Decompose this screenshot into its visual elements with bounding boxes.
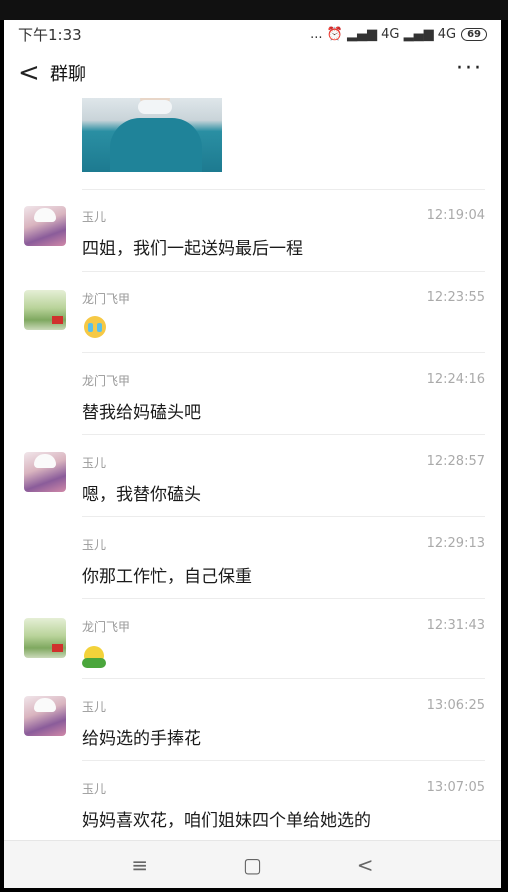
system-nav-bar: ≡ ▢ < xyxy=(4,840,501,888)
chat-header: < 群聊 ··· xyxy=(4,48,501,98)
sender-name: 玉儿 xyxy=(82,210,107,224)
message-time: 12:23:55 xyxy=(426,290,485,305)
avatar[interactable] xyxy=(24,290,66,330)
frog-icon xyxy=(82,646,106,668)
divider xyxy=(82,189,485,190)
sender-name: 玉儿 xyxy=(82,538,107,552)
message-text: 给妈选的手捧花 xyxy=(82,729,201,749)
status-bar: 下午1:33 ... ⏰ ▂▄▆ 4G ▂▄▆ 4G 69 xyxy=(4,20,501,48)
status-indicators: ... ⏰ ▂▄▆ 4G ▂▄▆ 4G 69 xyxy=(310,27,487,42)
battery-icon: 69 xyxy=(461,27,487,41)
sender-name: 龙门飞甲 xyxy=(82,292,131,306)
sender-name: 玉儿 xyxy=(82,700,107,714)
divider xyxy=(82,678,485,679)
message-time: 12:31:43 xyxy=(426,618,485,633)
message-text: 你那工作忙，自己保重 xyxy=(82,567,252,587)
photo-person-body xyxy=(110,118,202,172)
message-time: 13:06:25 xyxy=(426,698,485,713)
avatar[interactable] xyxy=(24,206,66,246)
home-icon[interactable]: ▢ xyxy=(243,853,262,877)
sender-name: 玉儿 xyxy=(82,456,107,470)
photo-person-mask xyxy=(138,100,172,114)
phone-screen: 下午1:33 ... ⏰ ▂▄▆ 4G ▂▄▆ 4G 69 < 群聊 ··· 玉… xyxy=(4,20,501,888)
shared-photo[interactable] xyxy=(82,98,222,172)
sender-name: 龙门飞甲 xyxy=(82,620,131,634)
divider xyxy=(82,271,485,272)
message-time: 12:19:04 xyxy=(426,208,485,223)
page-title: 群聊 xyxy=(50,64,86,85)
message-text: 妈妈喜欢花，咱们姐妹四个单给她选的 xyxy=(82,811,371,831)
divider xyxy=(82,434,485,435)
signal-icons: ... ⏰ ▂▄▆ 4G ▂▄▆ 4G xyxy=(310,26,457,42)
menu-icon[interactable]: ≡ xyxy=(131,853,148,877)
message-time: 12:24:16 xyxy=(426,372,485,387)
divider xyxy=(82,516,485,517)
sender-name: 龙门飞甲 xyxy=(82,374,131,388)
divider xyxy=(82,352,485,353)
more-options-button[interactable]: ··· xyxy=(456,58,483,80)
message-text: 嗯，我替你磕头 xyxy=(82,485,201,505)
message-text: 四姐，我们一起送妈最后一程 xyxy=(82,239,303,259)
message-time: 12:28:57 xyxy=(426,454,485,469)
message-time: 13:07:05 xyxy=(426,780,485,795)
back-button[interactable]: < xyxy=(18,60,50,86)
avatar[interactable] xyxy=(24,452,66,492)
sender-name: 玉儿 xyxy=(82,782,107,796)
status-time: 下午1:33 xyxy=(18,25,82,44)
avatar[interactable] xyxy=(24,696,66,736)
avatar[interactable] xyxy=(24,618,66,658)
top-black-bar xyxy=(0,0,508,20)
message-time: 12:29:13 xyxy=(426,536,485,551)
chat-list[interactable]: 玉儿 12:19:04 四姐，我们一起送妈最后一程 龙门飞甲 12:23:55 … xyxy=(4,98,501,840)
back-icon[interactable]: < xyxy=(357,853,374,877)
divider xyxy=(82,760,485,761)
crying-face-icon xyxy=(84,316,106,338)
divider xyxy=(82,598,485,599)
message-text: 替我给妈磕头吧 xyxy=(82,403,201,423)
